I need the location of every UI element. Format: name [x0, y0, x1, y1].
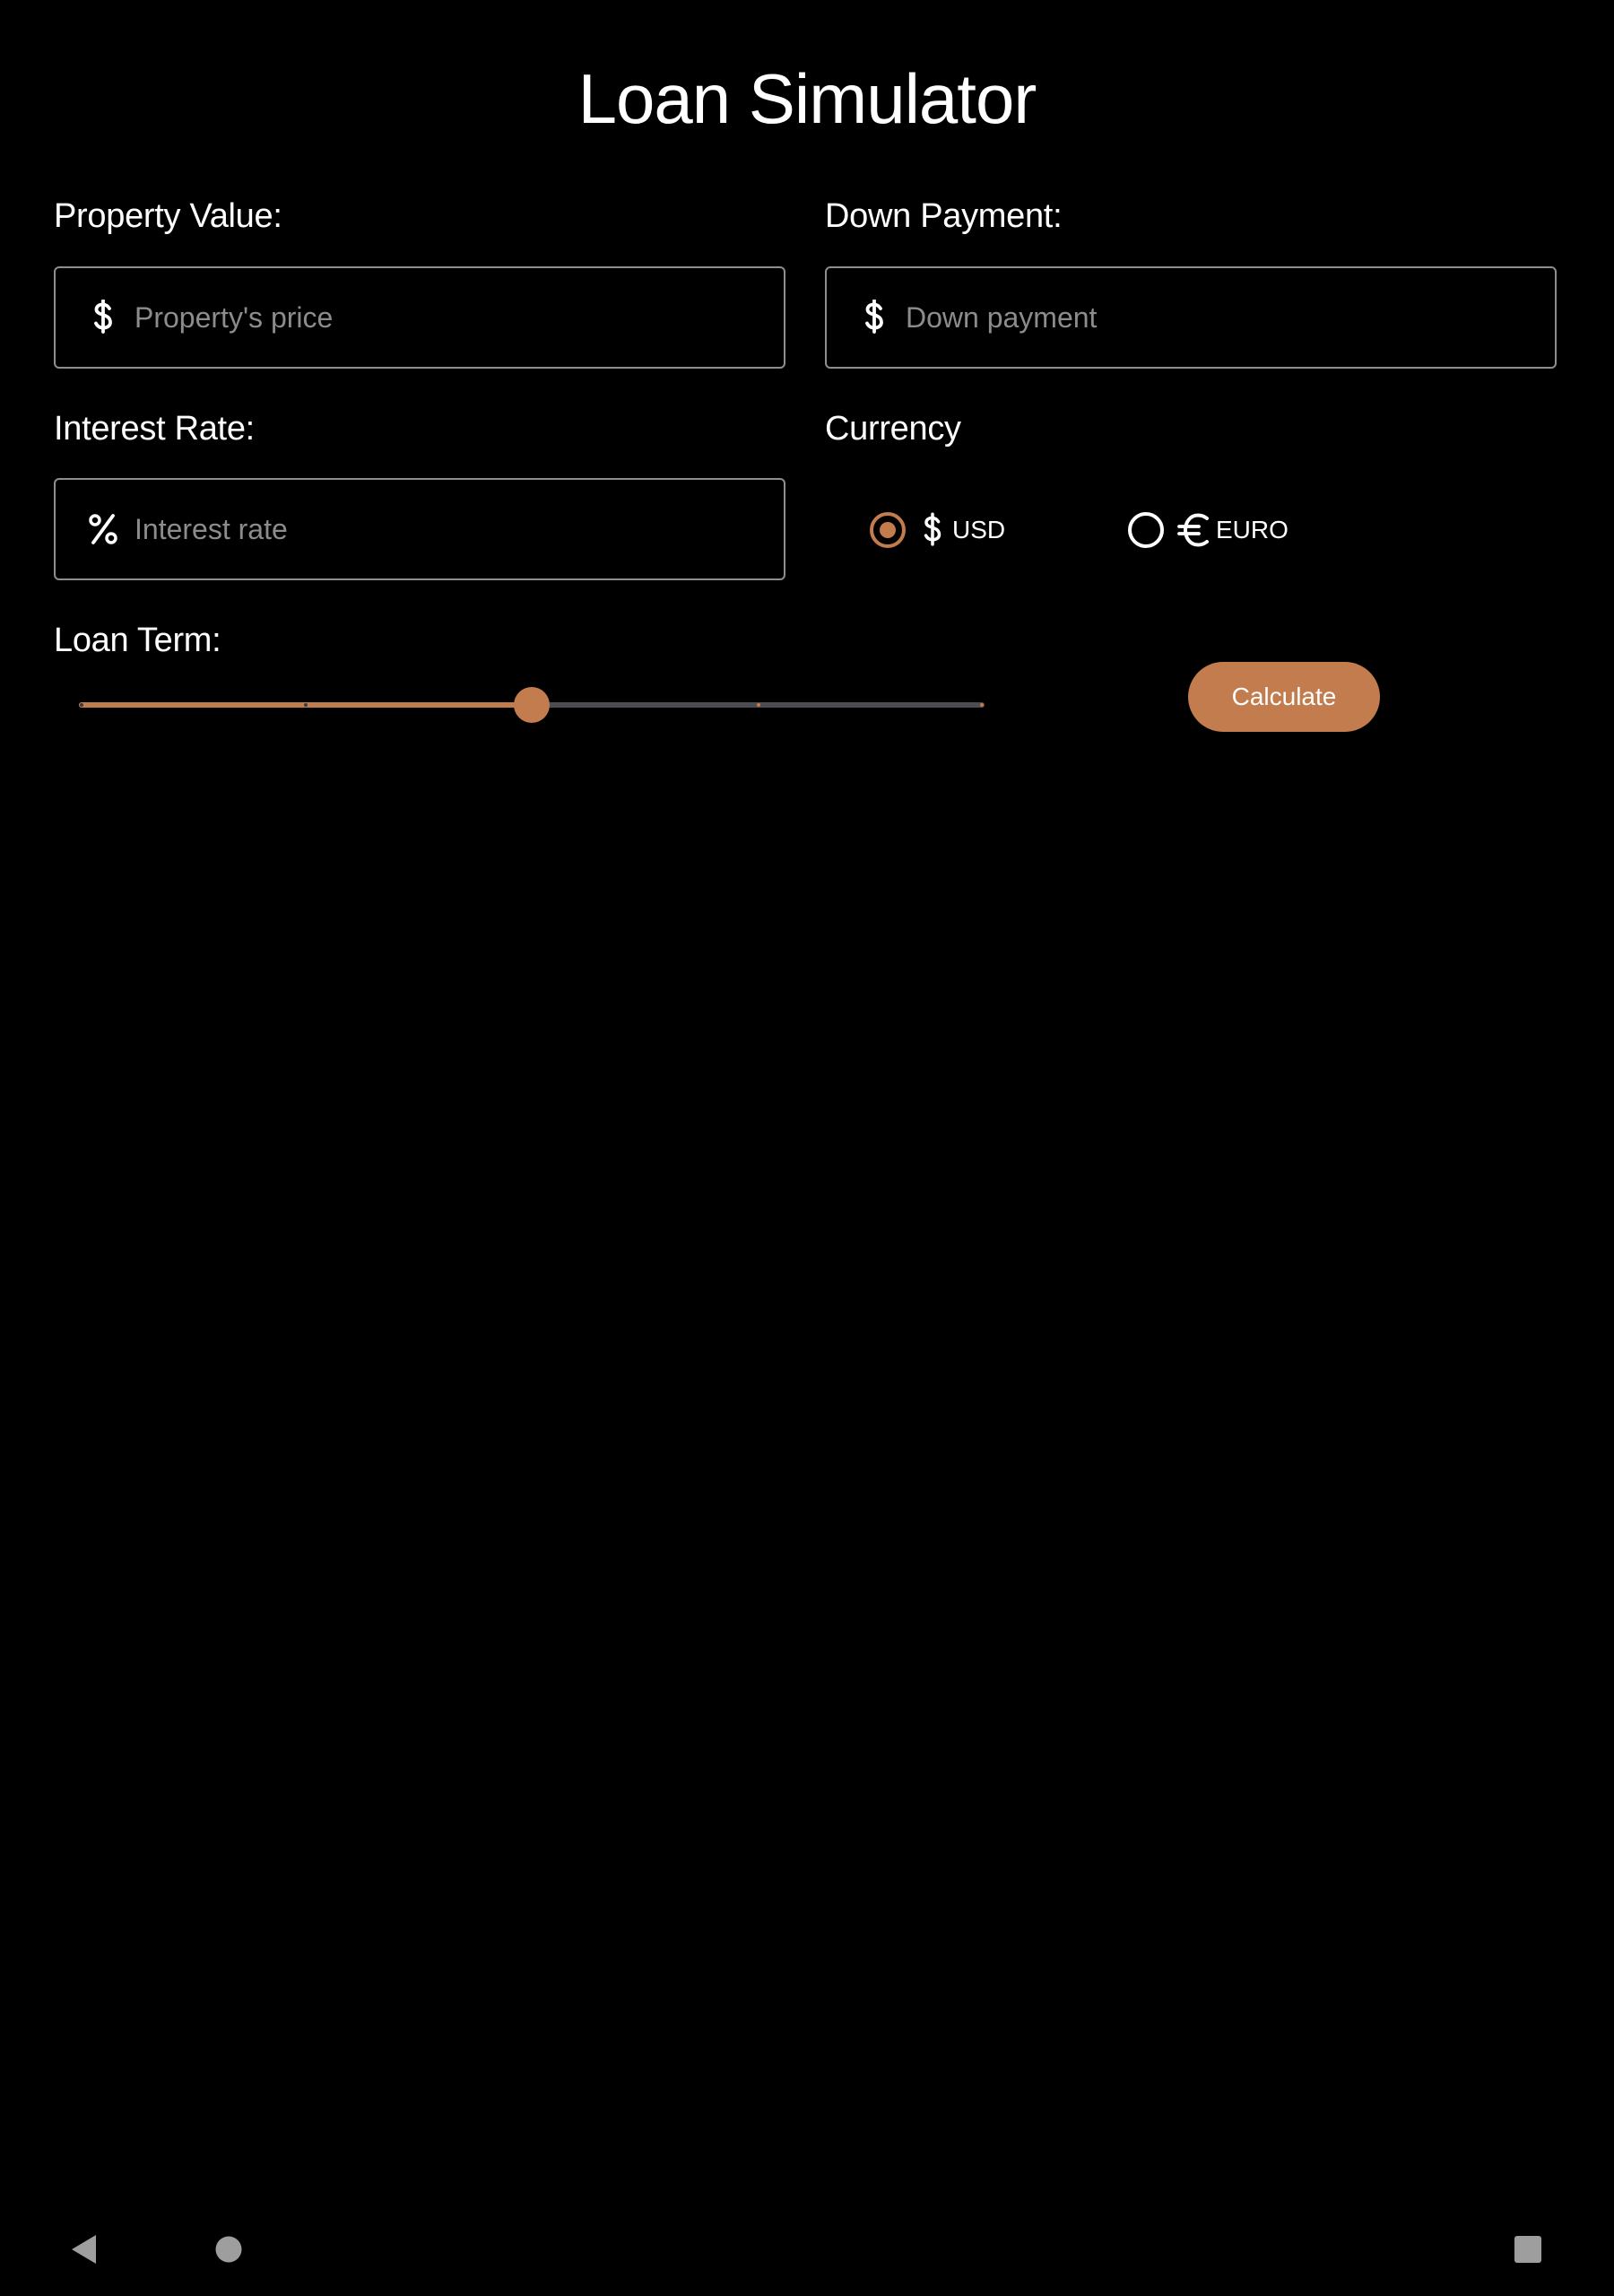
loan-term-label: Loan Term: [54, 622, 221, 659]
currency-label: Currency [825, 410, 961, 448]
property-value-field[interactable] [54, 266, 785, 369]
euro-label: EURO [1216, 516, 1289, 544]
page-title: Loan Simulator [577, 59, 1037, 138]
currency-option-euro[interactable]: EURO [1128, 506, 1289, 554]
recents-icon [1514, 2235, 1542, 2268]
interest-rate-input[interactable] [134, 502, 784, 556]
percent-icon [88, 511, 118, 547]
navigation-bar [0, 2206, 1614, 2296]
slider-tick [304, 703, 308, 707]
dollar-icon [859, 300, 889, 335]
home-button[interactable] [184, 2206, 273, 2296]
down-payment-input[interactable] [906, 291, 1555, 344]
down-payment-field[interactable] [825, 266, 1557, 369]
back-button[interactable] [39, 2206, 129, 2296]
property-value-input[interactable] [134, 291, 784, 344]
interest-rate-field[interactable] [54, 478, 785, 580]
usd-radio[interactable] [870, 512, 906, 548]
back-icon [69, 2233, 100, 2270]
euro-icon [1176, 511, 1212, 549]
interest-rate-label: Interest Rate: [54, 410, 255, 448]
calculate-button[interactable]: Calculate [1188, 662, 1380, 732]
property-value-label: Property Value: [54, 197, 282, 235]
slider-tick [980, 703, 984, 707]
currency-option-usd[interactable]: USD [870, 506, 1005, 554]
slider-tick [80, 703, 83, 707]
slider-thumb[interactable] [514, 687, 550, 723]
down-payment-label: Down Payment: [825, 197, 1063, 235]
loan-term-slider[interactable] [79, 680, 985, 730]
dollar-icon [920, 511, 945, 549]
home-icon [214, 2235, 243, 2268]
dollar-icon [88, 300, 118, 335]
slider-tick [757, 703, 760, 707]
usd-label: USD [952, 516, 1006, 544]
recents-button[interactable] [1483, 2206, 1573, 2296]
euro-radio[interactable] [1128, 512, 1164, 548]
